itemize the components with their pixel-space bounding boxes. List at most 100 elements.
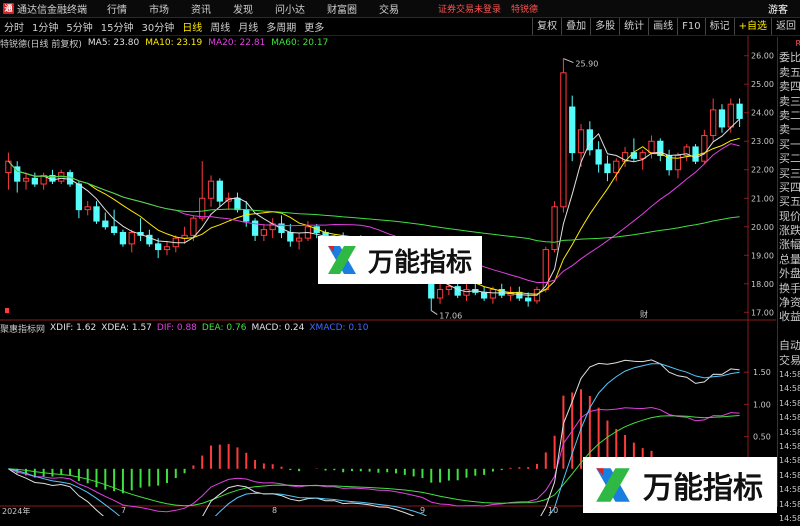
candle-body: [454, 286, 461, 296]
side-panel-label[interactable]: 总量: [778, 253, 800, 267]
side-panel-label[interactable]: 卖三: [778, 95, 800, 109]
high-price-label: 25.90: [575, 60, 598, 69]
side-panel-label[interactable]: 14:58: [778, 368, 800, 382]
candle-body: [569, 106, 576, 154]
y-tick-label: 21.00: [751, 194, 774, 203]
candle-body: [577, 129, 585, 154]
main-chart-header: 特锐德(日线 前复权) MA5: 23.80 MA10: 23.19 MA20:…: [0, 37, 770, 50]
side-panel-label[interactable]: 14:58: [778, 454, 800, 468]
side-panel-label[interactable]: 交易: [778, 354, 800, 368]
watermark-logo-icon: [324, 242, 360, 278]
candle-body: [710, 109, 717, 137]
candle-body: [260, 229, 268, 236]
low-price-label: 17.06: [439, 312, 462, 321]
side-panel-label[interactable]: 14:58: [778, 498, 800, 512]
side-panel-label[interactable]: 14:58: [778, 440, 800, 454]
ma20-label: MA20: 22.81: [208, 38, 266, 48]
side-panel-label[interactable]: 14:58: [778, 426, 800, 440]
side-panel-label[interactable]: 涨幅: [778, 238, 800, 252]
candle-body: [207, 180, 215, 199]
candle-body: [692, 146, 699, 162]
y-tick-label: 26.00: [751, 52, 774, 61]
watermark-text-2: 万能指标: [643, 471, 763, 506]
candle-body: [463, 288, 470, 296]
candle-body: [525, 297, 532, 302]
side-panel-label[interactable]: 换手: [778, 282, 800, 296]
candle-body: [128, 231, 135, 245]
candle-body: [727, 103, 734, 128]
side-panel-label[interactable]: 买四: [778, 181, 800, 195]
side-panel-label[interactable]: 收益: [778, 310, 800, 324]
macd-label: MACD: 0.24: [251, 323, 305, 333]
watermark-logo-icon-2: [591, 463, 635, 507]
ma10-label: MA10: 23.19: [145, 38, 203, 48]
side-panel-label[interactable]: 14:58: [778, 512, 800, 526]
xdif-label: XDIF: 1.62: [50, 323, 97, 333]
candle-body: [436, 288, 444, 299]
candle-body: [287, 231, 294, 242]
event-mark-flag: [5, 308, 9, 313]
xdea-label: XDEA: 1.57: [101, 323, 152, 333]
side-panel-label[interactable]: 14:58: [778, 397, 800, 411]
side-panel-label[interactable]: 买三: [778, 167, 800, 181]
candle-body: [199, 197, 206, 219]
side-panel-label: [778, 325, 800, 339]
side-panel-label[interactable]: 买五: [778, 195, 800, 209]
candle-body: [84, 206, 91, 211]
side-panel-label[interactable]: 14:58: [778, 469, 800, 483]
side-panel-label[interactable]: 14:58: [778, 411, 800, 425]
side-panel-label[interactable]: 净资: [778, 296, 800, 310]
y-tick-label: 25.00: [751, 80, 774, 89]
timeline-label-sep: 9: [420, 506, 426, 515]
candle-body: [216, 180, 223, 202]
side-panel-label[interactable]: 卖二: [778, 109, 800, 123]
y-tick-label: 23.00: [751, 137, 774, 146]
candle-body: [701, 135, 708, 162]
side-panel-label[interactable]: 涨跌: [778, 224, 800, 238]
candle-body: [75, 183, 83, 211]
timeline-label-oct: 10: [548, 506, 559, 515]
main-chart-title: 特锐德(日线 前复权): [0, 39, 82, 50]
candle-body: [295, 237, 303, 242]
side-panel-label[interactable]: 自动: [778, 339, 800, 353]
side-panel-label[interactable]: 现价: [778, 210, 800, 224]
sub-y-tick-label: 0.50: [753, 433, 771, 442]
side-panel-label[interactable]: 14:58: [778, 483, 800, 497]
watermark-logo-corner: 万能指标: [583, 457, 777, 513]
y-tick-label: 18.00: [751, 280, 774, 289]
timeline-label-aug: 8: [272, 506, 278, 515]
candle-body: [604, 163, 611, 174]
candle-body: [93, 206, 100, 222]
side-panel-label[interactable]: 14:58: [778, 382, 800, 396]
candle-body: [480, 291, 488, 299]
candle-body: [489, 288, 497, 299]
candle-body: [31, 177, 38, 185]
side-panel-label[interactable]: 卖四: [778, 80, 800, 94]
ma5-label: MA5: 23.80: [87, 38, 140, 48]
y-tick-label: 17.00: [751, 308, 774, 317]
candle-body: [551, 206, 558, 251]
candle-body: [155, 243, 162, 251]
side-panel-label[interactable]: 卖五: [778, 66, 800, 80]
sub-y-tick-label: 1.50: [753, 368, 771, 377]
dif-label: DIF: 0.88: [156, 323, 197, 333]
side-panel-label[interactable]: 卖一: [778, 123, 800, 137]
y-tick-label: 19.00: [751, 251, 774, 260]
timeline-label-jul: 7: [121, 506, 127, 515]
xmacd-label: XMACD: 0.10: [309, 323, 369, 333]
side-panel-label[interactable]: 外盘: [778, 267, 800, 281]
candle-body: [163, 246, 171, 251]
side-panel-label[interactable]: 委比: [778, 51, 800, 65]
candle-body: [22, 177, 30, 182]
candle-body: [102, 220, 109, 228]
candle-body: [736, 103, 743, 119]
side-panel-label[interactable]: 买一: [778, 138, 800, 152]
candle-body: [648, 140, 655, 154]
candle-body: [445, 286, 453, 290]
low-marker-line: [430, 310, 438, 316]
timeline-label-year: 2024年: [2, 507, 31, 516]
candle-body: [718, 109, 726, 128]
ma60-label: MA60: 20.17: [271, 38, 329, 48]
side-panel-label[interactable]: 买二: [778, 152, 800, 166]
sub-chart-header: 聚惠指标网 XDIF: 1.62 XDEA: 1.57 DIF: 0.88 DE…: [0, 322, 770, 335]
